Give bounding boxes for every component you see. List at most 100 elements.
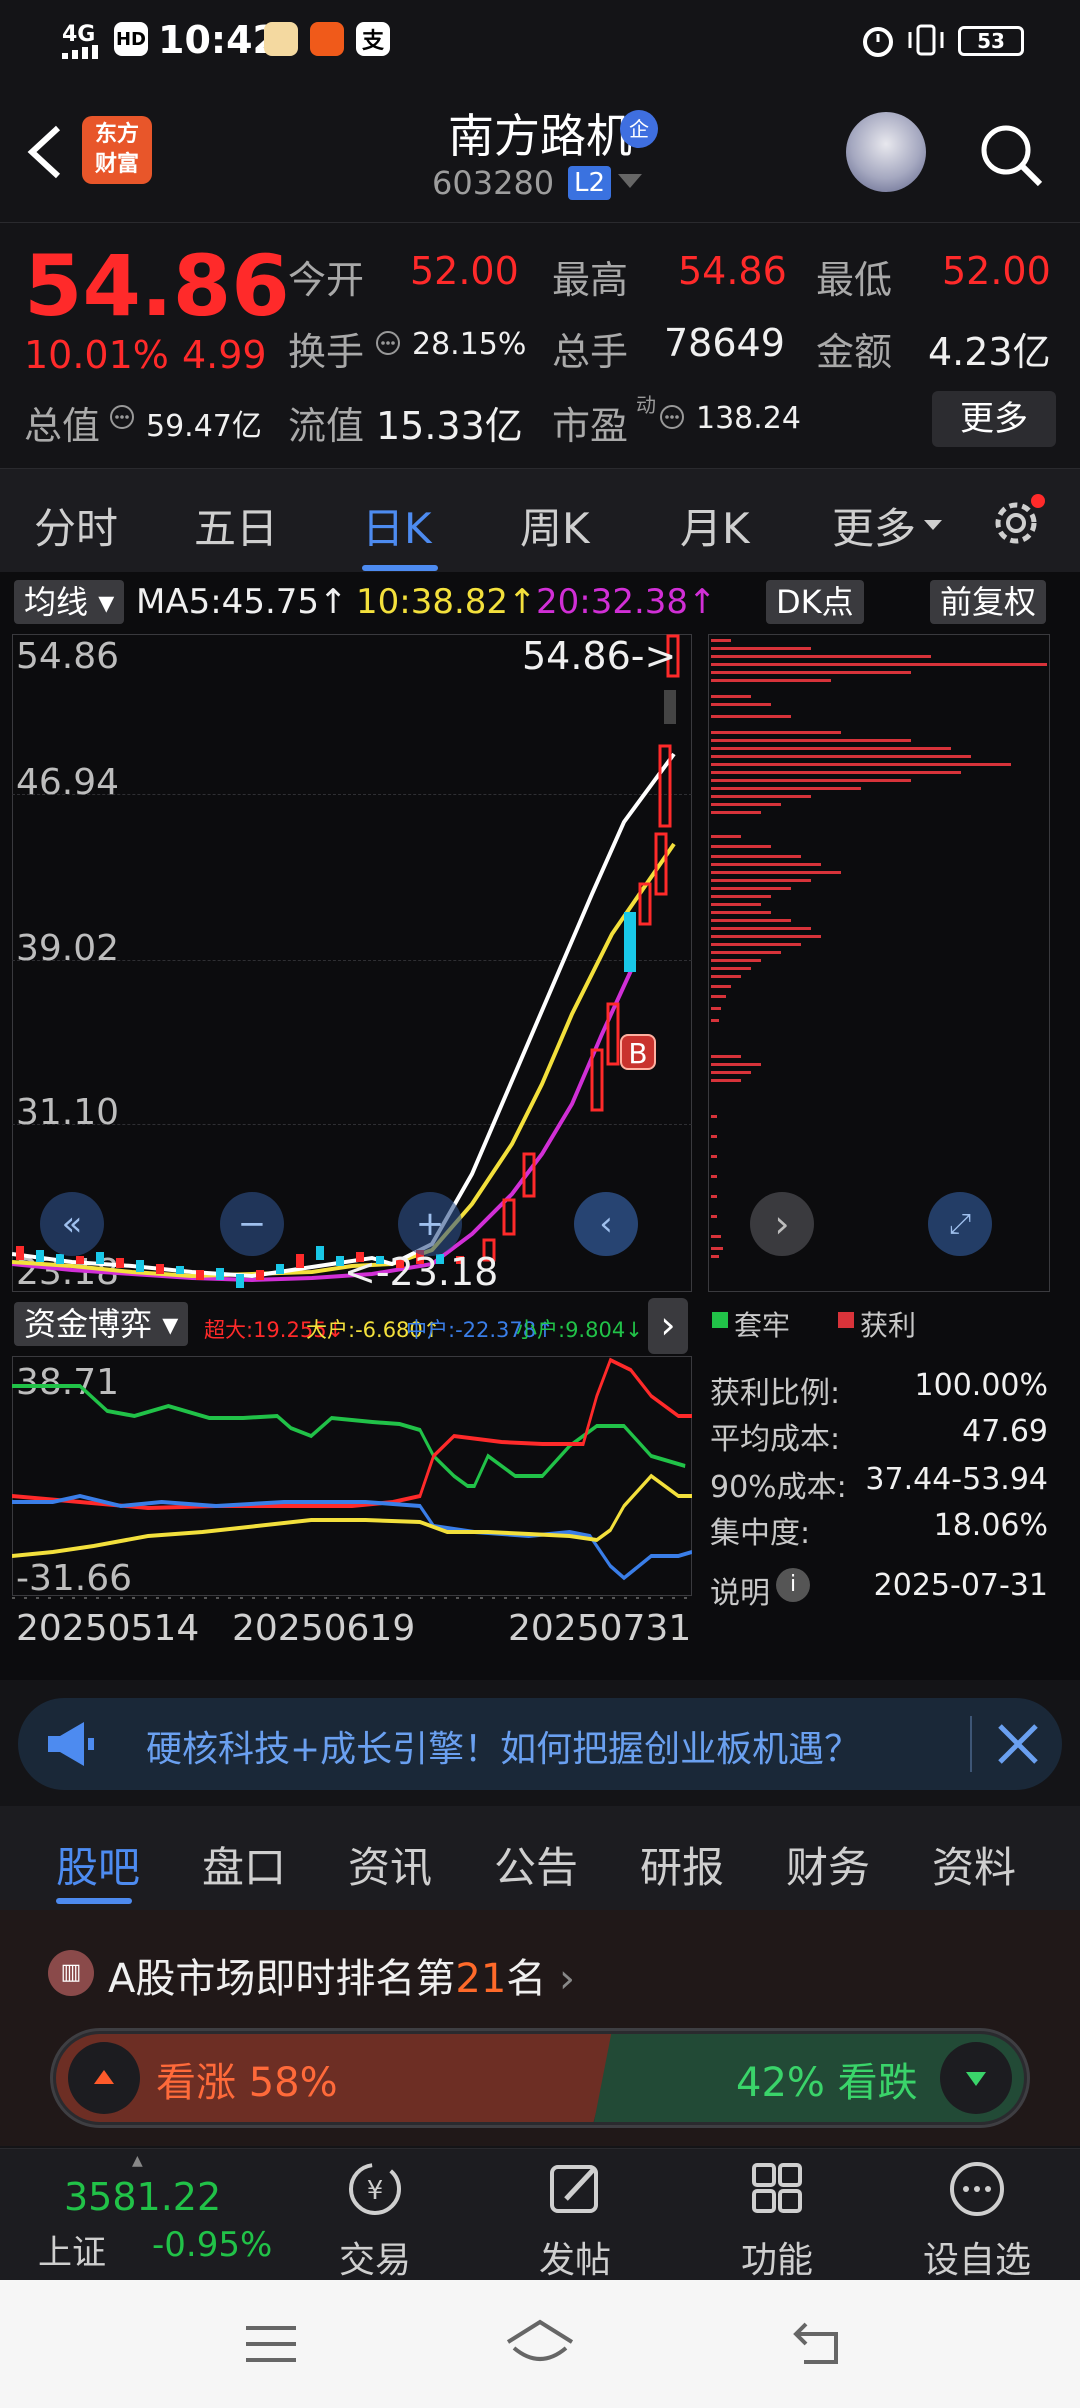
vote-down-icon[interactable] [940,2042,1012,2114]
ma20-value: 20:32.38↑ [536,582,717,622]
ma-selector[interactable]: 均线 ▾ [14,580,125,624]
home-icon[interactable] [504,2318,576,2372]
more-fields-button[interactable]: 更多 [932,391,1056,447]
zoom-out-icon[interactable]: − [220,1192,284,1256]
banner-divider [970,1716,972,1772]
assistant-robot-icon[interactable] [846,112,926,192]
low-marker: <-23.18 [344,1250,499,1294]
high-marker: 54.86-> [522,634,677,678]
nav-add-watchlist[interactable]: 设自选 [912,2159,1042,2283]
promo-banner[interactable]: 硬核科技+成长引擎！如何把握创业板机遇？ [18,1698,1062,1790]
ma10-line [12,842,676,1279]
profit-legend-swatch [838,1312,854,1328]
buy-marker[interactable]: B [620,1034,656,1070]
zoom-in-icon[interactable]: + [398,1192,462,1256]
turnover-value: 28.15% [412,327,527,362]
chevron-down-icon[interactable] [924,517,942,536]
chip-note-label[interactable]: 说明 [710,1568,770,1612]
trade-icon: ¥ [349,2163,401,2215]
alipay-notification-icon: 支 [356,22,390,56]
banner-text: 硬核科技+成长引擎！如何把握创业板机遇？ [146,1729,861,1770]
back-nav-icon[interactable] [792,2320,852,2370]
nav-post[interactable]: 发帖 [510,2159,640,2283]
turnover-label: 换手 [288,330,365,374]
chip-stat-label: 平均成本: [710,1422,841,1457]
nav-functions[interactable]: 功能 [712,2159,842,2283]
open-label: 今开 [288,258,365,302]
candles [16,634,680,1288]
search-icon[interactable] [978,122,1044,188]
low-value: 52.00 [942,249,1051,293]
ma10-value: 10:38.82↑ [356,582,537,622]
app-notification-icon [264,22,298,56]
tab-orderbook[interactable]: 盘口 [202,1834,286,1895]
rewind-icon[interactable]: « [40,1192,104,1256]
vibrate-icon [906,22,946,62]
volume-label: 总手 [552,330,629,374]
date-ticks-svg [12,1597,692,1599]
close-icon[interactable] [990,1716,1046,1776]
trapped-legend-swatch [712,1312,728,1328]
change-percent: 10.01% [24,333,169,377]
vote-up-icon[interactable] [68,2042,140,2114]
expand-icon[interactable]: ⤢ [928,1192,992,1256]
current-price: 54.86 [24,237,290,335]
fund-small-legend: 小户:9.804↓ [516,1318,643,1342]
chevron-down-icon[interactable] [618,174,642,194]
index-change: -0.95% [152,2225,273,2265]
scroll-right-icon[interactable]: › [750,1192,814,1256]
chip-date: 2025-07-31 [873,1568,1048,1603]
fund-selector[interactable]: 资金博弈 ▾ [14,1302,189,1346]
info-icon[interactable] [374,329,402,361]
fund-super-line [12,1357,692,1511]
tab-news[interactable]: 资讯 [348,1834,432,1895]
l2-badge[interactable]: L2 [568,166,612,200]
rank-text[interactable]: A股市场即时排名第21名 › [108,1946,575,2004]
tab-finance[interactable]: 财务 [786,1834,870,1895]
hd-icon: HD [114,22,148,56]
tab-research[interactable]: 研报 [640,1834,724,1895]
alarm-icon [860,22,896,62]
fund-expand-icon[interactable]: › [648,1298,688,1354]
dk-point-button[interactable]: DK点 [766,580,864,624]
mcap-value: 59.47亿 [146,409,262,444]
index-ticker[interactable]: ▲ 3581.22 上证 -0.95% [0,2149,300,2281]
ma5-value: MA5:45.75↑ [136,582,348,622]
tab-forum[interactable]: 股吧 [56,1834,140,1895]
gear-icon[interactable] [986,493,1046,557]
kline-chart-area: 均线 ▾ MA5:45.75↑ 10:38.82↑ 20:32.38↑ DK点 … [0,572,1080,1680]
info-icon[interactable] [108,403,136,435]
content-tabs: 股吧 盘口 资讯 公告 研报 财务 资料 [0,1806,1080,1910]
tab-daily-k[interactable]: 日K [362,495,432,556]
tab-more[interactable]: 更多 [832,495,916,556]
info-icon[interactable] [658,403,686,435]
rank-section: ▥ A股市场即时排名第21名 › 看涨 58% 42% 看跌 [0,1910,1080,2146]
tab-intraday[interactable]: 分时 [34,495,118,556]
adjust-button[interactable]: 前复权 [930,580,1047,624]
menu-icon[interactable] [244,2324,298,2368]
date-label: 20250514 [16,1608,200,1649]
nav-trade[interactable]: ¥ 交易 [310,2159,440,2283]
tab-five-day[interactable]: 五日 [194,495,278,556]
date-label: 20250619 [232,1608,416,1649]
chip-stat-label: 90%成本: [710,1470,847,1505]
info-icon[interactable]: i [776,1568,810,1602]
active-tab-indicator [56,1898,132,1904]
float-label: 流值 [288,404,365,448]
kline-tabs: 分时 五日 日K 周K 月K 更多 [0,468,1080,572]
chip-stat-value: 47.69 [962,1414,1048,1449]
low-label: 最低 [816,258,893,302]
tab-monthly-k[interactable]: 月K [680,495,750,556]
chip-distribution-svg [711,639,1047,1258]
fund-svg [12,1357,692,1581]
scroll-left-icon[interactable]: ‹ [574,1192,638,1256]
megaphone-icon [44,1720,96,1772]
tab-announcements[interactable]: 公告 [494,1834,578,1895]
status-bar: 4G HD 10:42 支 53 [0,0,1080,80]
mcap-label: 总值 [24,404,101,448]
stock-header: 东方 财富 南方路机 企 603280 L2 [0,80,1080,220]
tab-profile[interactable]: 资料 [932,1834,1016,1895]
tab-weekly-k[interactable]: 周K [520,495,590,556]
amount-value: 4.23亿 [928,330,1051,374]
edit-icon [550,2165,598,2213]
